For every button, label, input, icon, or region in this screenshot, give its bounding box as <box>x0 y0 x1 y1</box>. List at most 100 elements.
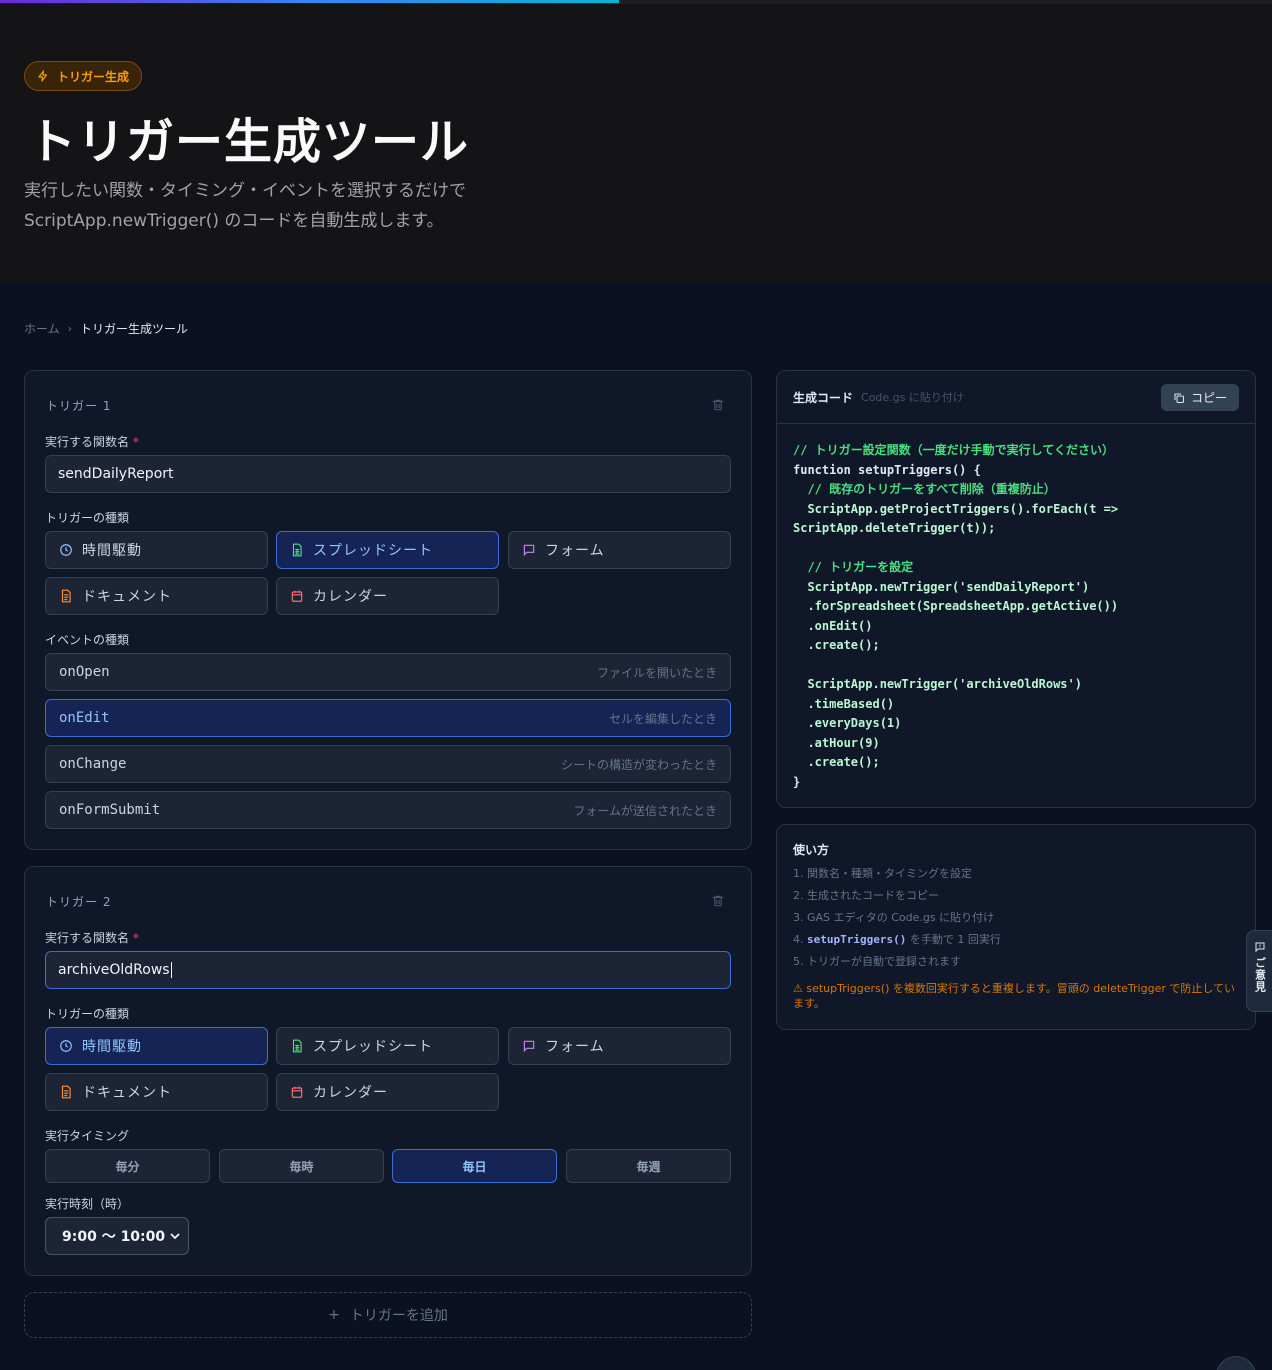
clock-icon <box>60 1040 72 1052</box>
copy-label: コピー <box>1190 391 1227 405</box>
code-line: .create(); <box>793 755 880 769</box>
function-name-label: 実行する関数名 * <box>45 433 139 450</box>
event-name: onFormSubmit <box>59 802 161 818</box>
code-line: ScriptApp.getProjectTriggers().forEach(t… <box>793 501 1119 516</box>
document-icon <box>61 1085 71 1099</box>
required-mark: * <box>132 931 139 945</box>
type-label: スプレッドシート <box>313 1039 433 1055</box>
subtitle-line-2: ScriptApp.newTrigger() のコードを自動生成します。 <box>24 211 444 231</box>
howto-step: 2. 生成されたコードをコピー <box>793 889 939 902</box>
code-line: // 既存のトリガーをすべて削除（重複防止） <box>793 482 1056 496</box>
code-line: .timeBased() <box>793 696 895 711</box>
trigger-heading: トリガー 1 <box>46 399 112 413</box>
document-icon <box>61 589 71 603</box>
scroll-top-button[interactable] <box>1216 1356 1256 1370</box>
timing-every-week-button[interactable]: 毎週 <box>566 1149 731 1183</box>
page-subtitle: 実行したい関数・タイミング・イベントを選択するだけで ScriptApp.new… <box>24 176 466 236</box>
add-trigger-button[interactable]: + トリガーを追加 <box>24 1292 752 1338</box>
trigger-type-label: トリガーの種類 <box>45 1007 130 1021</box>
timing-every-minute-button[interactable]: 毎分 <box>45 1149 210 1183</box>
type-form-button[interactable]: フォーム <box>508 531 731 569</box>
event-description: セルを編集したとき <box>608 711 717 726</box>
function-name-value: sendDailyReport <box>58 466 174 482</box>
type-time-button[interactable]: 時間駆動 <box>45 531 268 569</box>
chevron-right-icon: › <box>67 322 73 335</box>
trash-icon[interactable] <box>711 894 725 908</box>
calendar-icon <box>291 590 303 602</box>
copy-icon <box>1174 393 1184 403</box>
howto-title: 使い方 <box>793 843 830 857</box>
spreadsheet-icon <box>292 1039 302 1053</box>
howto-step: 1. 関数名・種類・タイミングを設定 <box>793 867 972 880</box>
howto-step: 5. トリガーが自動で登録されます <box>793 955 961 968</box>
page-title: トリガー生成ツール <box>28 114 470 170</box>
function-name-label: 実行する関数名 * <box>45 929 139 946</box>
event-option-onedit[interactable]: onEdit セルを編集したとき <box>45 699 731 737</box>
event-option-onformsubmit[interactable]: onFormSubmit フォームが送信されたとき <box>45 791 731 829</box>
function-name-label-text: 実行する関数名 <box>45 931 130 945</box>
type-time-button[interactable]: 時間駆動 <box>45 1027 268 1065</box>
event-option-onchange[interactable]: onChange シートの構造が変わったとき <box>45 745 731 783</box>
howto-steps: 1. 関数名・種類・タイミングを設定 2. 生成されたコードをコピー 3. GA… <box>793 863 1001 973</box>
function-name-input[interactable]: archiveOldRows <box>45 951 731 989</box>
code-line: } <box>793 774 801 789</box>
type-form-button[interactable]: フォーム <box>508 1027 731 1065</box>
trigger-type-label: トリガーの種類 <box>45 511 130 525</box>
code-line: .create(); <box>793 638 880 652</box>
feedback-label: ご意見 <box>1253 957 1267 993</box>
timing-every-day-button[interactable]: 毎日 <box>392 1149 557 1183</box>
code-line: ScriptApp.newTrigger('sendDailyReport') <box>793 579 1090 594</box>
message-icon <box>523 1040 535 1053</box>
trigger-card-2: トリガー 2 実行する関数名 * archiveOldRows トリガーの種類 … <box>24 866 752 1276</box>
howto-step-code: setupTriggers() <box>807 933 907 946</box>
type-calendar-button[interactable]: カレンダー <box>276 1073 499 1111</box>
code-line: .atHour(9) <box>793 735 880 750</box>
hour-label: 実行時刻（時） <box>45 1197 130 1211</box>
subtitle-line-1: 実行したい関数・タイミング・イベントを選択するだけで <box>24 181 466 201</box>
lightning-icon <box>38 70 48 82</box>
type-document-button[interactable]: ドキュメント <box>45 1073 268 1111</box>
hour-select[interactable]: 9:00 〜 10:00 <box>45 1217 189 1255</box>
calendar-icon <box>291 1086 303 1098</box>
code-line: // トリガーを設定 <box>793 560 914 574</box>
function-name-input[interactable]: sendDailyReport <box>45 455 731 493</box>
event-option-onopen[interactable]: onOpen ファイルを開いたとき <box>45 653 731 691</box>
copy-button[interactable]: コピー <box>1161 384 1239 411</box>
feedback-tab[interactable]: ご意見 <box>1246 930 1272 1012</box>
timing-every-hour-button[interactable]: 毎時 <box>219 1149 384 1183</box>
event-description: ファイルを開いたとき <box>596 665 717 680</box>
add-trigger-label: トリガーを追加 <box>349 1308 448 1324</box>
trash-icon[interactable] <box>711 398 725 412</box>
code-panel-title: 生成コード <box>793 390 854 405</box>
code-block[interactable]: // トリガー設定関数（一度だけ手動で実行してください） function set… <box>793 441 1118 792</box>
chevron-down-icon <box>170 1233 180 1240</box>
code-line: function setupTriggers() { <box>793 462 981 477</box>
howto-step-prefix: 4. <box>793 933 807 946</box>
event-name: onChange <box>59 756 127 772</box>
type-label: 時間駆動 <box>82 1039 142 1055</box>
text-caret <box>170 962 172 978</box>
spreadsheet-icon <box>292 543 302 557</box>
badge-label: トリガー生成 <box>57 69 130 84</box>
type-calendar-button[interactable]: カレンダー <box>276 577 499 615</box>
function-name-value: archiveOldRows <box>58 962 170 978</box>
top-progress-fill <box>0 0 620 3</box>
trigger-heading: トリガー 2 <box>46 895 112 909</box>
breadcrumb-current: トリガー生成ツール <box>80 322 189 336</box>
code-line: .onEdit() <box>793 618 873 633</box>
event-name: onEdit <box>59 710 110 726</box>
type-label: 時間駆動 <box>82 543 142 559</box>
event-name: onOpen <box>59 664 110 680</box>
warning-note: ⚠ setupTriggers() を複数回実行すると重複します。冒頭の del… <box>793 982 1236 1010</box>
type-spreadsheet-button[interactable]: スプレッドシート <box>276 1027 499 1065</box>
function-name-label-text: 実行する関数名 <box>45 435 130 449</box>
type-spreadsheet-button[interactable]: スプレッドシート <box>276 531 499 569</box>
type-label: スプレッドシート <box>313 543 433 559</box>
type-document-button[interactable]: ドキュメント <box>45 577 268 615</box>
breadcrumb-home-link[interactable]: ホーム <box>24 320 60 337</box>
howto-panel: 使い方 1. 関数名・種類・タイミングを設定 2. 生成されたコードをコピー 3… <box>776 824 1256 1030</box>
timing-label: 実行タイミング <box>45 1129 130 1143</box>
code-line: .forSpreadsheet(SpreadsheetApp.getActive… <box>793 599 1119 613</box>
howto-step-suffix: を手動で 1 回実行 <box>906 933 1001 946</box>
type-label: カレンダー <box>313 1085 388 1101</box>
